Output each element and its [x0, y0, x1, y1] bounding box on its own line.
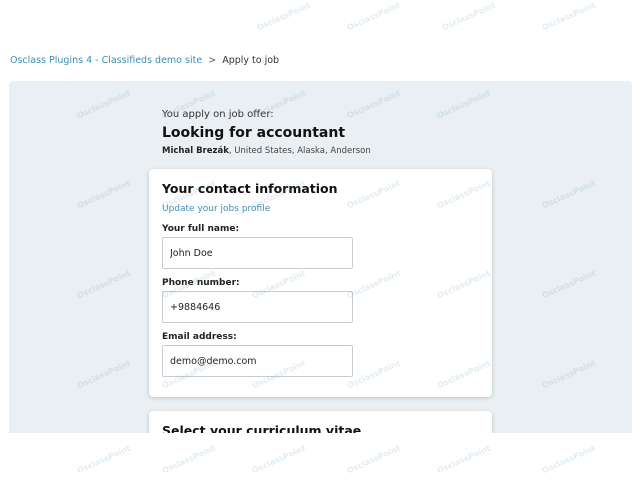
watermark-logo: OsclassPoint [435, 443, 492, 476]
full-name-field-group: Your full name: [162, 224, 479, 269]
breadcrumb-home-link[interactable]: Osclass Plugins 4 - Classifieds demo sit… [10, 55, 202, 66]
phone-label: Phone number: [162, 278, 240, 288]
offer-location: , United States, Alaska, Anderson [228, 146, 371, 156]
offer-meta: Michal Brezák, United States, Alaska, An… [162, 146, 502, 156]
watermark-logo: OsclassPoint [440, 0, 497, 33]
phone-input[interactable] [162, 291, 353, 323]
contact-info-heading: Your contact information [162, 181, 338, 196]
phone-field-group: Phone number: [162, 278, 479, 323]
email-field-group: Email address: [162, 332, 479, 377]
watermark-logo: OsclassPoint [540, 0, 597, 33]
watermark-logo: OsclassPoint [255, 0, 312, 33]
watermark-logo: OsclassPoint [345, 443, 402, 476]
email-input[interactable] [162, 345, 353, 377]
watermark-logo: OsclassPoint [345, 0, 402, 33]
watermark-logo: OsclassPoint [540, 443, 597, 476]
contact-info-card: Your contact information Update your job… [149, 169, 492, 397]
breadcrumb-current: Apply to job [222, 55, 280, 66]
offer-author: Michal Brezák [162, 146, 229, 156]
full-name-input[interactable] [162, 237, 353, 269]
cv-heading: Select your curriculum vitae [162, 423, 362, 433]
main-content: You apply on job offer: Looking for acco… [9, 81, 632, 433]
full-name-label: Your full name: [162, 224, 240, 234]
breadcrumb: Osclass Plugins 4 - Classifieds demo sit… [10, 55, 279, 66]
cv-select-card: Select your curriculum vitae [149, 411, 492, 433]
watermark-logo: OsclassPoint [160, 443, 217, 476]
offer-title: Looking for accountant [162, 125, 346, 141]
offer-intro: You apply on job offer: [162, 109, 274, 120]
breadcrumb-separator: > [208, 55, 217, 66]
offer-header: You apply on job offer: Looking for acco… [162, 109, 502, 156]
watermark-logo: OsclassPoint [75, 443, 132, 476]
email-label: Email address: [162, 332, 237, 342]
page: Osclass Plugins 4 - Classifieds demo sit… [0, 0, 640, 480]
watermark-logo: OsclassPoint [250, 443, 307, 476]
update-profile-link[interactable]: Update your jobs profile [162, 204, 270, 214]
